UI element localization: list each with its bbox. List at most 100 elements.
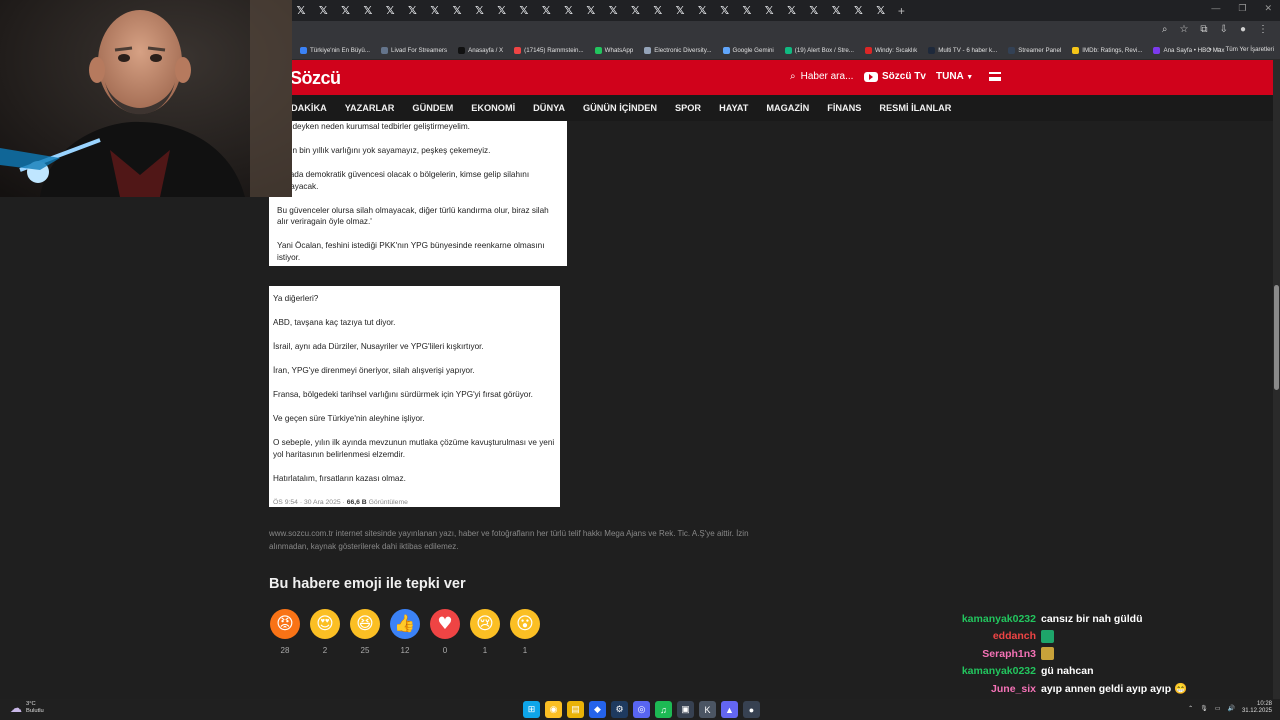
windows-start-icon[interactable]: ⊞ [523, 701, 540, 718]
browser-tab[interactable]: 𝕏 [357, 0, 379, 21]
file-explorer-icon[interactable]: ▤ [567, 701, 584, 718]
zoom-icon[interactable]: ⌕ [1162, 24, 1168, 35]
bookmark-item[interactable]: Electronic Diversity... [644, 46, 712, 54]
chat-username[interactable]: June_six [991, 683, 1036, 695]
reaction-like-button[interactable]: 👍 12 [390, 609, 420, 655]
volume-icon[interactable]: 🔊 [1227, 705, 1234, 712]
bookmark-item[interactable]: WhatsApp [594, 46, 633, 54]
weather-widget[interactable]: ☁ 3°C Bulutlu [10, 701, 44, 715]
browser-tab[interactable]: 𝕏 [847, 0, 869, 21]
spotify-icon[interactable]: ♫ [655, 701, 672, 718]
bookmark-item[interactable]: Google Gemini [722, 46, 774, 54]
chat-username[interactable]: kamanyak0232 [962, 665, 1036, 677]
nav-item[interactable]: FİNANS [827, 103, 861, 113]
browser-tab[interactable]: 𝕏 [736, 0, 758, 21]
browser-tab[interactable]: 𝕏 [446, 0, 468, 21]
tweet-paragraph: at eldeyken neden kurumsal tedbirler gel… [277, 122, 470, 131]
page-scrollbar[interactable] [1273, 60, 1280, 700]
nav-item[interactable]: YAZARLAR [345, 103, 395, 113]
browser-tab[interactable]: 𝕏 [647, 0, 669, 21]
discord-icon[interactable]: ◎ [633, 701, 650, 718]
chrome-icon[interactable]: ◉ [545, 701, 562, 718]
nav-item[interactable]: EKONOMİ [471, 103, 515, 113]
browser-tab[interactable]: 𝕏 [535, 0, 557, 21]
chat-username[interactable]: eddanch [993, 630, 1036, 642]
bookmark-item[interactable]: Streamer Panel [1008, 46, 1061, 54]
bookmark-item[interactable]: (17145) Rammstein... [514, 46, 584, 54]
reaction-wow-button[interactable]: 😮 1 [510, 609, 540, 655]
app-blue-icon[interactable]: ◆ [589, 701, 606, 718]
nav-item[interactable]: GÜNDEM [412, 103, 453, 113]
browser-tab[interactable]: 𝕏 [803, 0, 825, 21]
sozcu-tv-link[interactable]: Sözcü Tv [864, 71, 926, 82]
nav-item[interactable]: SPOR [675, 103, 701, 113]
browser-tab[interactable]: 𝕏 [714, 0, 736, 21]
x-logo-icon: 𝕏 [363, 4, 373, 17]
reaction-angry-button[interactable]: 😡 28 [270, 609, 300, 655]
downloads-icon[interactable]: ⇩ [1220, 24, 1228, 35]
nav-item[interactable]: MAGAZİN [766, 103, 809, 113]
browser-tab[interactable]: 𝕏 [312, 0, 334, 21]
browser-tab[interactable]: 𝕏 [691, 0, 713, 21]
maximize-icon[interactable]: ❐ [1238, 3, 1246, 14]
tray-chevron-icon[interactable]: ⌃ [1188, 705, 1193, 712]
chat-username[interactable]: Seraph1n3 [982, 648, 1036, 660]
browser-tab[interactable]: 𝕏 [468, 0, 490, 21]
bookmark-item[interactable]: Multi TV - 6 haber k... [928, 46, 997, 54]
browser-tab[interactable]: 𝕏 [334, 0, 356, 21]
profile-icon[interactable]: ● [1240, 24, 1246, 35]
minimize-icon[interactable]: — [1211, 3, 1220, 14]
app-active-icon[interactable]: ▲ [721, 701, 738, 718]
bookmark-item[interactable]: Anasayfa / X [458, 46, 503, 54]
bookmark-item[interactable]: (19) Alert Box / Stre... [784, 46, 854, 54]
obs-icon[interactable]: ● [743, 701, 760, 718]
bookmark-item[interactable]: Livad For Streamers [381, 46, 447, 54]
bookmarks-more[interactable]: » [1208, 46, 1211, 53]
all-bookmarks[interactable]: Tüm Yer İşaretleri [1226, 46, 1275, 53]
browser-tab[interactable]: 𝕏 [669, 0, 691, 21]
extensions-icon[interactable]: ⧉ [1200, 24, 1207, 35]
network-icon[interactable]: ▭ [1215, 705, 1221, 712]
bookmark-star-icon[interactable]: ☆ [1179, 24, 1188, 35]
user-menu[interactable]: TUNA ▼ [936, 71, 973, 82]
browser-tab[interactable]: 𝕏 [424, 0, 446, 21]
browser-tab[interactable]: 𝕏 [401, 0, 423, 21]
nav-item[interactable]: GÜNÜN İÇİNDEN [583, 103, 657, 113]
nav-item[interactable]: DAKİKA [291, 103, 327, 113]
browser-tab[interactable]: 𝕏 [513, 0, 535, 21]
browser-tab[interactable]: 𝕏 [870, 0, 892, 21]
new-tab-button[interactable]: + [898, 4, 905, 18]
hamburger-menu-icon[interactable] [989, 72, 1001, 81]
browser-tab[interactable]: 𝕏 [758, 0, 780, 21]
browser-tab[interactable]: 𝕏 [780, 0, 802, 21]
nav-item[interactable]: RESMİ İLANLAR [879, 103, 951, 113]
browser-tab[interactable]: 𝕏 [580, 0, 602, 21]
nav-item[interactable]: DÜNYA [533, 103, 565, 113]
browser-tab[interactable]: 𝕏 [379, 0, 401, 21]
browser-tab[interactable]: 𝕏 [825, 0, 847, 21]
browser-tab[interactable]: 𝕏 [290, 0, 312, 21]
bookmark-item[interactable]: Windy: Sıcaklık [864, 46, 917, 54]
bookmark-item[interactable]: IMDb: Ratings, Revi... [1072, 46, 1142, 54]
menu-dots-icon[interactable]: ⋮ [1258, 24, 1268, 35]
browser-tab[interactable]: 𝕏 [557, 0, 579, 21]
app-dark-icon[interactable]: ▣ [677, 701, 694, 718]
browser-tab[interactable]: 𝕏 [602, 0, 624, 21]
scrollbar-thumb[interactable] [1274, 285, 1279, 390]
chat-username[interactable]: kamanyak0232 [962, 613, 1036, 625]
close-window-icon[interactable]: ✕ [1264, 3, 1272, 14]
steam-icon[interactable]: ⚙ [611, 701, 628, 718]
site-logo[interactable]: Sözcü [290, 68, 341, 89]
kick-app-icon[interactable]: K [699, 701, 716, 718]
nav-item[interactable]: HAYAT [719, 103, 748, 113]
clock[interactable]: 10:28 31.12.2025 [1242, 701, 1272, 715]
browser-tab[interactable]: 𝕏 [624, 0, 646, 21]
mic-icon[interactable]: 🎙 [1200, 705, 1208, 712]
bookmark-item[interactable]: Türkiye'nin En Büyü... [300, 46, 370, 54]
site-search[interactable]: ⌕ Haber ara... [790, 71, 853, 82]
reaction-love-button[interactable]: 😍 2 [310, 609, 340, 655]
browser-tab[interactable]: 𝕏 [491, 0, 513, 21]
reaction-laugh-button[interactable]: 😆 25 [350, 609, 380, 655]
reaction-sad-button[interactable]: 😢 1 [470, 609, 500, 655]
reaction-heart-button[interactable]: ♥ 0 [430, 609, 460, 655]
